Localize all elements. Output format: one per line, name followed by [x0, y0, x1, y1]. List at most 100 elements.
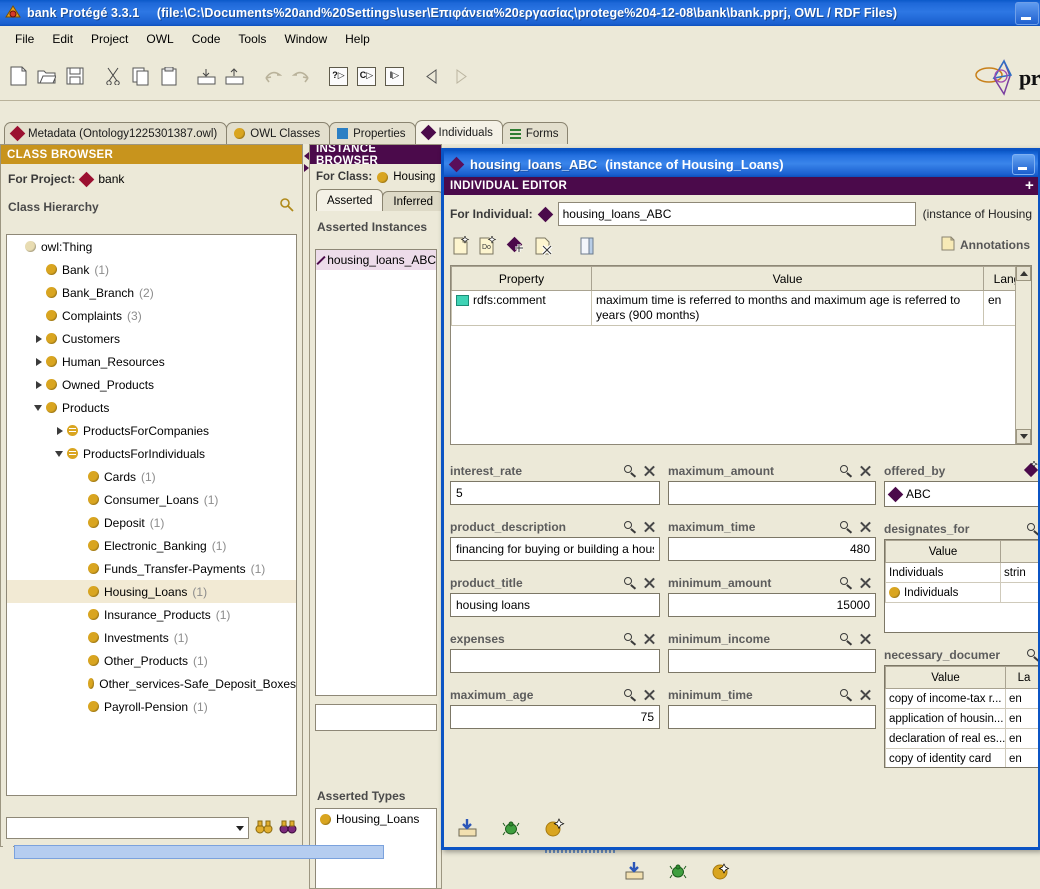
table-row[interactable]: Individuals strin [885, 562, 1038, 583]
tab-properties[interactable]: Properties [329, 122, 416, 144]
annotations-scrollbar[interactable] [1015, 266, 1031, 444]
clear-icon[interactable] [859, 465, 872, 478]
necdoc-value-0[interactable]: copy of income-tax r... [885, 688, 1006, 709]
duplicate-instance-icon[interactable]: Do [478, 234, 498, 259]
instance-search-input[interactable] [315, 704, 437, 731]
add-instance-icon[interactable] [506, 236, 526, 259]
menu-edit[interactable]: Edit [43, 29, 82, 49]
class-ball-icon[interactable] [544, 818, 566, 841]
clear-icon[interactable] [859, 521, 872, 534]
background-panel-tabbar[interactable] [3, 845, 384, 859]
menu-owl[interactable]: OWL [137, 29, 182, 49]
subtab-asserted[interactable]: Asserted [316, 189, 384, 211]
class-tree-row[interactable]: Bank_Branch (2) [7, 281, 296, 304]
table-row[interactable]: copy of identity card en [885, 748, 1038, 767]
menu-code[interactable]: Code [183, 29, 230, 49]
save-project-icon[interactable] [61, 63, 88, 90]
offered-by-value-box[interactable]: ABC [884, 481, 1038, 507]
class-tree-row[interactable]: ProductsForCompanies [7, 419, 296, 442]
class-ball-icon[interactable] [711, 862, 731, 883]
tab-metadata[interactable]: Metadata (Ontology1225301387.owl) [4, 122, 228, 144]
tab-individuals[interactable]: Individuals [414, 120, 503, 144]
table-row[interactable]: application of housin... en [885, 708, 1038, 729]
import-icon[interactable] [193, 63, 220, 90]
scroll-down-icon[interactable] [1016, 429, 1031, 444]
search-icon[interactable] [840, 688, 853, 702]
chevron-right-icon[interactable] [53, 424, 67, 438]
scroll-up-icon[interactable] [1016, 266, 1031, 281]
necdoc-value-3[interactable]: copy of identity card [885, 748, 1006, 767]
subtab-inferred[interactable]: Inferred [382, 191, 441, 211]
necdoc-lang-3[interactable]: en [1005, 748, 1038, 767]
class-tree-row[interactable]: Housing_Loans (1) [7, 580, 296, 603]
interest-rate-input[interactable] [450, 481, 660, 505]
bug-icon[interactable] [669, 863, 687, 882]
search-icon[interactable] [624, 464, 637, 478]
search-icon[interactable] [1027, 648, 1038, 662]
chevron-down-icon[interactable] [53, 447, 67, 461]
designates-value-1[interactable]: Individuals [885, 582, 1001, 603]
find-all-icon[interactable] [279, 820, 297, 836]
necessary-documents-table[interactable]: Value La copy of income-tax r... en appl… [884, 665, 1038, 768]
search-icon[interactable] [840, 632, 853, 646]
necdoc-lang-2[interactable]: en [1005, 728, 1038, 749]
necdoc-lang-0[interactable]: en [1005, 688, 1038, 709]
menu-project[interactable]: Project [82, 29, 137, 49]
product-description-input[interactable] [450, 537, 660, 561]
table-row[interactable]: rdfs:comment maximum time is referred to… [451, 290, 1031, 326]
annot-value-cell[interactable]: maximum time is referred to months and m… [591, 290, 984, 326]
search-icon[interactable] [840, 576, 853, 590]
cut-icon[interactable] [99, 63, 126, 90]
undo-icon[interactable] [259, 63, 286, 90]
minimum-time-input[interactable] [668, 705, 876, 729]
annot-property-cell[interactable]: rdfs:comment [451, 290, 592, 326]
add-individual-icon[interactable] [1023, 461, 1038, 481]
class-tree-row[interactable]: Bank (1) [7, 258, 296, 281]
instance-browser-subtabs[interactable]: Asserted Inferred [310, 189, 441, 211]
paste-icon[interactable] [155, 63, 182, 90]
class-tree-row[interactable]: owl:Thing [7, 235, 296, 258]
add-widget-icon[interactable]: + [1025, 178, 1034, 193]
minimum-amount-input[interactable] [668, 593, 876, 617]
table-row[interactable]: declaration of real es... en [885, 728, 1038, 749]
clear-icon[interactable] [643, 689, 656, 702]
class-tree-row[interactable]: Customers [7, 327, 296, 350]
chevron-right-icon[interactable] [32, 378, 46, 392]
class-tree-row[interactable]: Electronic_Banking (1) [7, 534, 296, 557]
clear-icon[interactable] [859, 633, 872, 646]
main-toolbar[interactable]: ?▷ C▷ I▷ [0, 52, 1040, 101]
class-tree-row[interactable]: Consumer_Loans (1) [7, 488, 296, 511]
search-icon[interactable] [624, 688, 637, 702]
remove-instance-icon[interactable] [534, 236, 554, 259]
main-tabstrip[interactable]: Metadata (Ontology1225301387.owl) OWL Cl… [0, 118, 1040, 144]
search-icon[interactable] [624, 632, 637, 646]
background-panel-bottom-icons[interactable] [625, 862, 731, 883]
expenses-input[interactable] [450, 649, 660, 673]
search-icon[interactable] [840, 520, 853, 534]
query-icon[interactable]: ?▷ [325, 63, 352, 90]
product-title-input[interactable] [450, 593, 660, 617]
chevron-down-icon[interactable] [232, 818, 248, 838]
designates-type-1[interactable] [1000, 582, 1038, 603]
class-tree-row[interactable]: Human_Resources [7, 350, 296, 373]
dialog-bottom-icons[interactable] [458, 818, 566, 841]
clear-icon[interactable] [859, 577, 872, 590]
class-search-combo[interactable] [6, 817, 249, 839]
menu-tools[interactable]: Tools [229, 29, 275, 49]
table-row[interactable]: Individuals [885, 582, 1038, 603]
minimum-income-input[interactable] [668, 649, 876, 673]
class-tree-row[interactable]: Complaints (3) [7, 304, 296, 327]
bug-icon[interactable] [502, 820, 520, 839]
tab-forms[interactable]: Forms [501, 122, 569, 144]
necdoc-value-1[interactable]: application of housin... [885, 708, 1006, 729]
class-tree-row[interactable]: Owned_Products [7, 373, 296, 396]
chevron-right-icon[interactable] [32, 332, 46, 346]
individual-editor-toolbar[interactable]: Do Annotations [444, 232, 1038, 263]
maximum-time-input[interactable] [668, 537, 876, 561]
search-icon[interactable] [840, 464, 853, 478]
search-icon[interactable] [624, 576, 637, 590]
necdoc-value-2[interactable]: declaration of real es... [885, 728, 1006, 749]
menu-file[interactable]: File [6, 29, 43, 49]
forward-icon[interactable] [447, 63, 474, 90]
export-icon[interactable] [221, 63, 248, 90]
